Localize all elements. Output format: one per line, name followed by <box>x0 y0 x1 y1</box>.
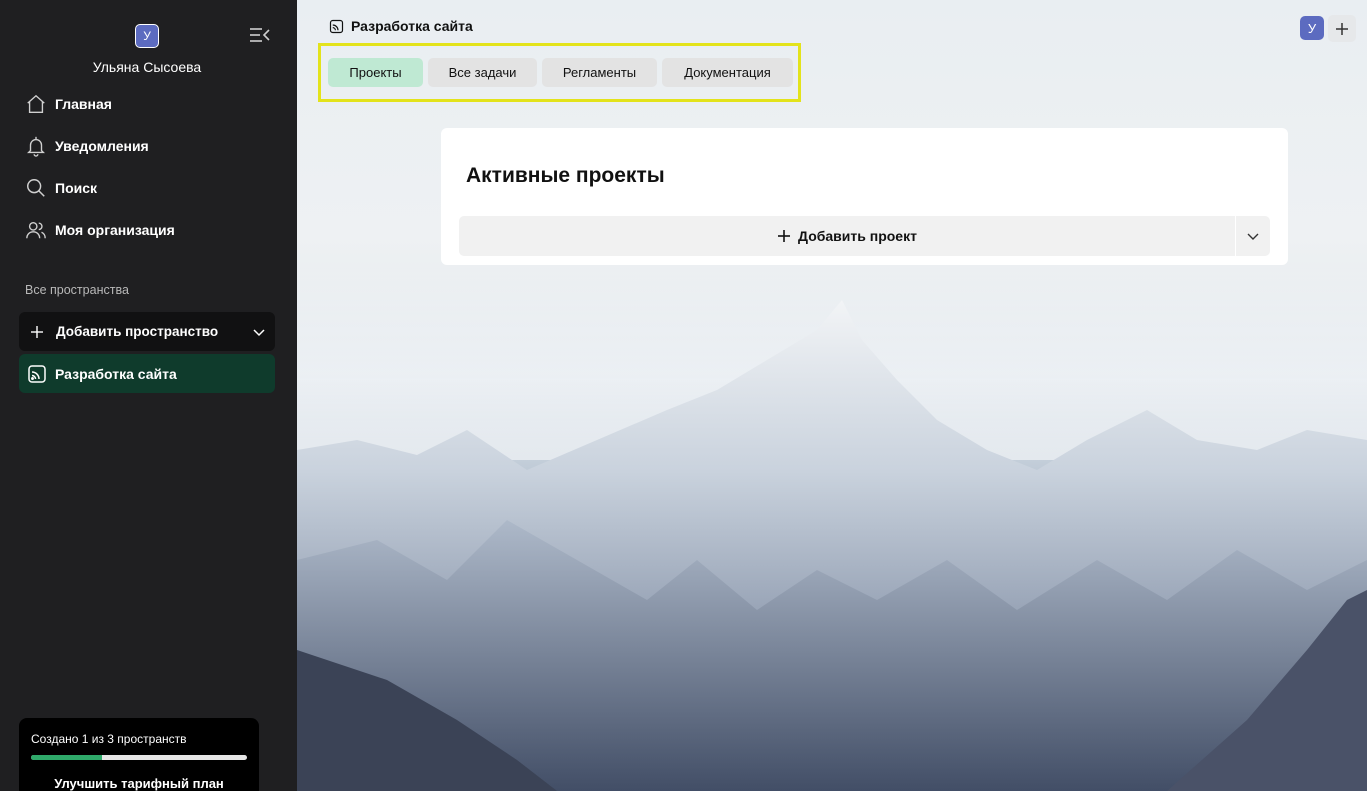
user-name: Ульяна Сысоева <box>92 59 202 75</box>
plus-icon <box>778 230 791 242</box>
plan-progress-fill <box>31 755 103 760</box>
collapse-sidebar-icon[interactable] <box>249 26 271 44</box>
user-avatar[interactable]: У <box>135 24 159 48</box>
sidebar: У Ульяна Сысоева Главная Уведомления Пои… <box>0 0 297 791</box>
nav-home-label: Главная <box>55 96 112 112</box>
space-item-label: Разработка сайта <box>55 365 177 382</box>
tabs-bar: Проекты Все задачи Регламенты Документац… <box>318 43 801 102</box>
add-project-label: Добавить проект <box>798 228 917 244</box>
plus-icon <box>1336 22 1348 35</box>
feed-icon <box>28 364 46 383</box>
chevron-down-icon <box>1247 233 1259 240</box>
page-title-text: Разработка сайта <box>351 18 473 34</box>
users-icon <box>26 221 46 239</box>
add-member-button[interactable] <box>1328 15 1356 42</box>
main-area: Разработка сайта Проекты Все задачи Регл… <box>297 0 1367 791</box>
nav-notifications-label: Уведомления <box>55 138 149 154</box>
add-space-button[interactable]: Добавить пространство <box>19 312 275 351</box>
chevron-down-icon[interactable] <box>253 326 265 338</box>
nav-organization[interactable]: Моя организация <box>25 218 175 242</box>
add-project-dropdown[interactable] <box>1236 216 1270 256</box>
nav-organization-label: Моя организация <box>55 222 175 238</box>
nav-notifications[interactable]: Уведомления <box>25 134 149 158</box>
add-space-label: Добавить пространство <box>56 324 219 339</box>
tab-projects[interactable]: Проекты <box>328 58 423 87</box>
feed-icon <box>329 19 344 33</box>
spaces-section-label: Все пространства <box>25 283 129 297</box>
plan-usage-text: Создано 1 из 3 пространств <box>31 732 187 746</box>
nav-home[interactable]: Главная <box>25 92 112 116</box>
active-projects-card: Активные проекты Добавить проект <box>441 128 1288 265</box>
nav-search-label: Поиск <box>55 180 98 196</box>
tab-regulations[interactable]: Регламенты <box>542 58 657 87</box>
home-icon <box>27 94 45 113</box>
plan-progress-bar <box>31 755 247 760</box>
sidebar-item-website-dev[interactable]: Разработка сайта <box>19 354 275 393</box>
nav-search[interactable]: Поиск <box>25 176 97 200</box>
member-avatar[interactable]: У <box>1300 16 1324 40</box>
bell-icon <box>27 136 45 157</box>
plus-icon <box>31 325 43 338</box>
tab-documentation[interactable]: Документация <box>662 58 793 87</box>
plan-usage-panel: Создано 1 из 3 пространств Улучшить тари… <box>19 718 259 791</box>
upgrade-plan-button[interactable]: Улучшить тарифный план <box>31 776 247 791</box>
page-title: Разработка сайта <box>329 18 473 34</box>
tab-all-tasks[interactable]: Все задачи <box>428 58 537 87</box>
mountain-background-image <box>297 260 1367 791</box>
search-icon <box>27 179 45 197</box>
add-project-button[interactable]: Добавить проект <box>459 216 1235 256</box>
card-title: Активные проекты <box>466 164 665 187</box>
